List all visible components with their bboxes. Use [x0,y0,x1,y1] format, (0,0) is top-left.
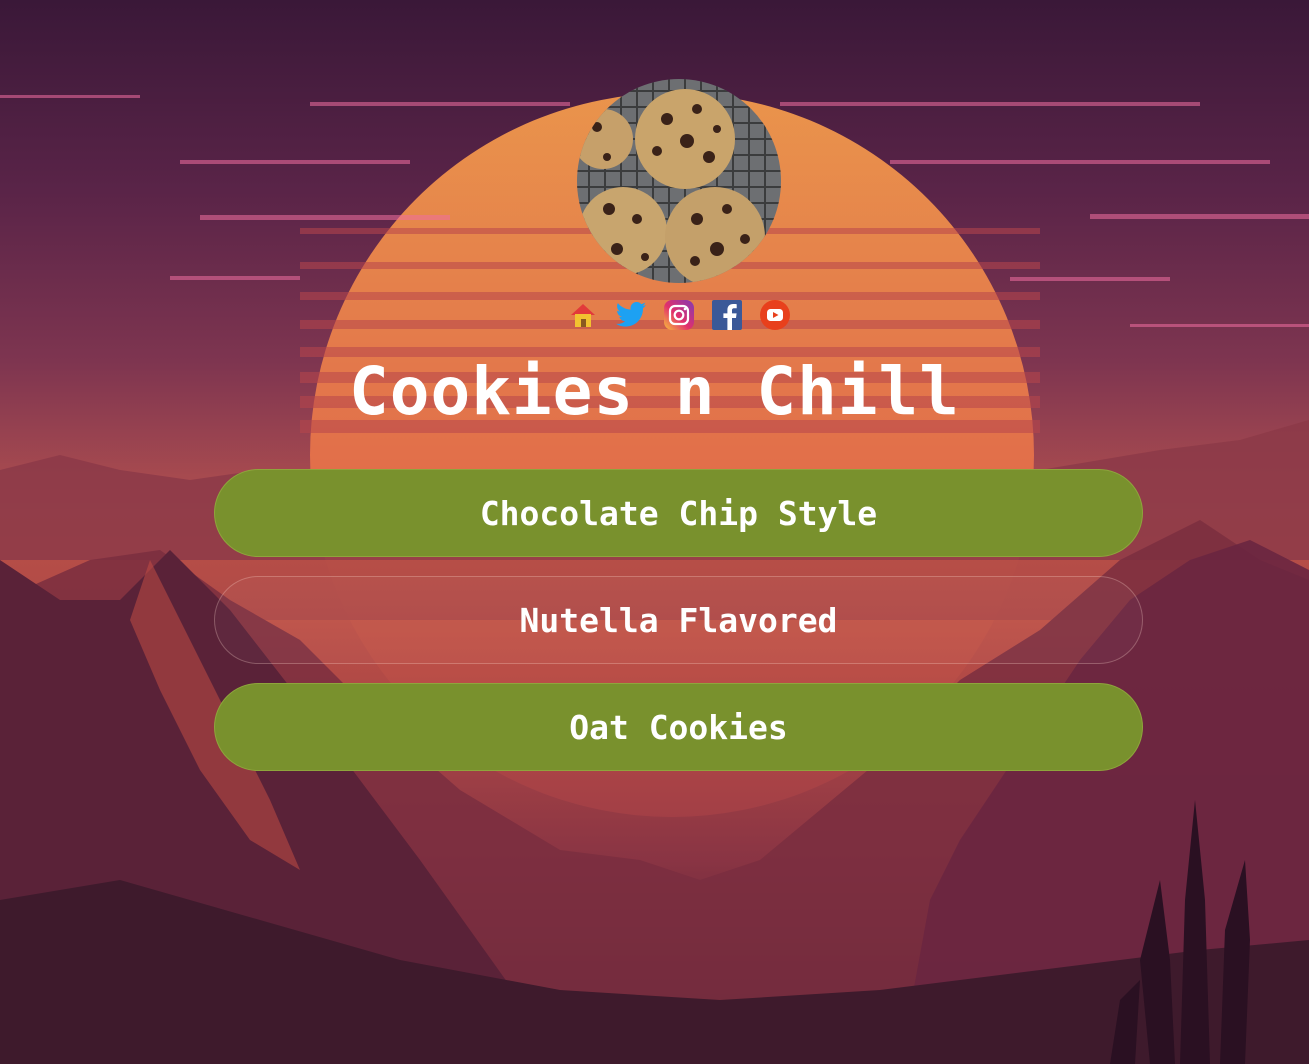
link-button-oat-cookies[interactable]: Oat Cookies [214,683,1143,771]
facebook-icon [712,300,742,330]
page-title: Cookies n Chill [348,353,961,430]
home-link[interactable] [566,298,600,332]
link-button-nutella[interactable]: Nutella Flavored [214,576,1143,664]
instagram-icon [664,300,694,330]
instagram-link[interactable] [662,298,696,332]
home-icon [571,304,595,327]
cookies-photo-image [577,79,781,283]
twitter-link[interactable] [614,298,648,332]
avatar [577,79,781,283]
youtube-icon [760,300,790,330]
facebook-link[interactable] [710,298,744,332]
profile-page: Cookies n Chill Chocolate Chip Style Nut… [0,0,1309,1064]
twitter-icon [615,302,646,327]
youtube-link[interactable] [758,298,792,332]
social-links [566,298,792,332]
link-button-chocolate-chip[interactable]: Chocolate Chip Style [214,469,1143,557]
